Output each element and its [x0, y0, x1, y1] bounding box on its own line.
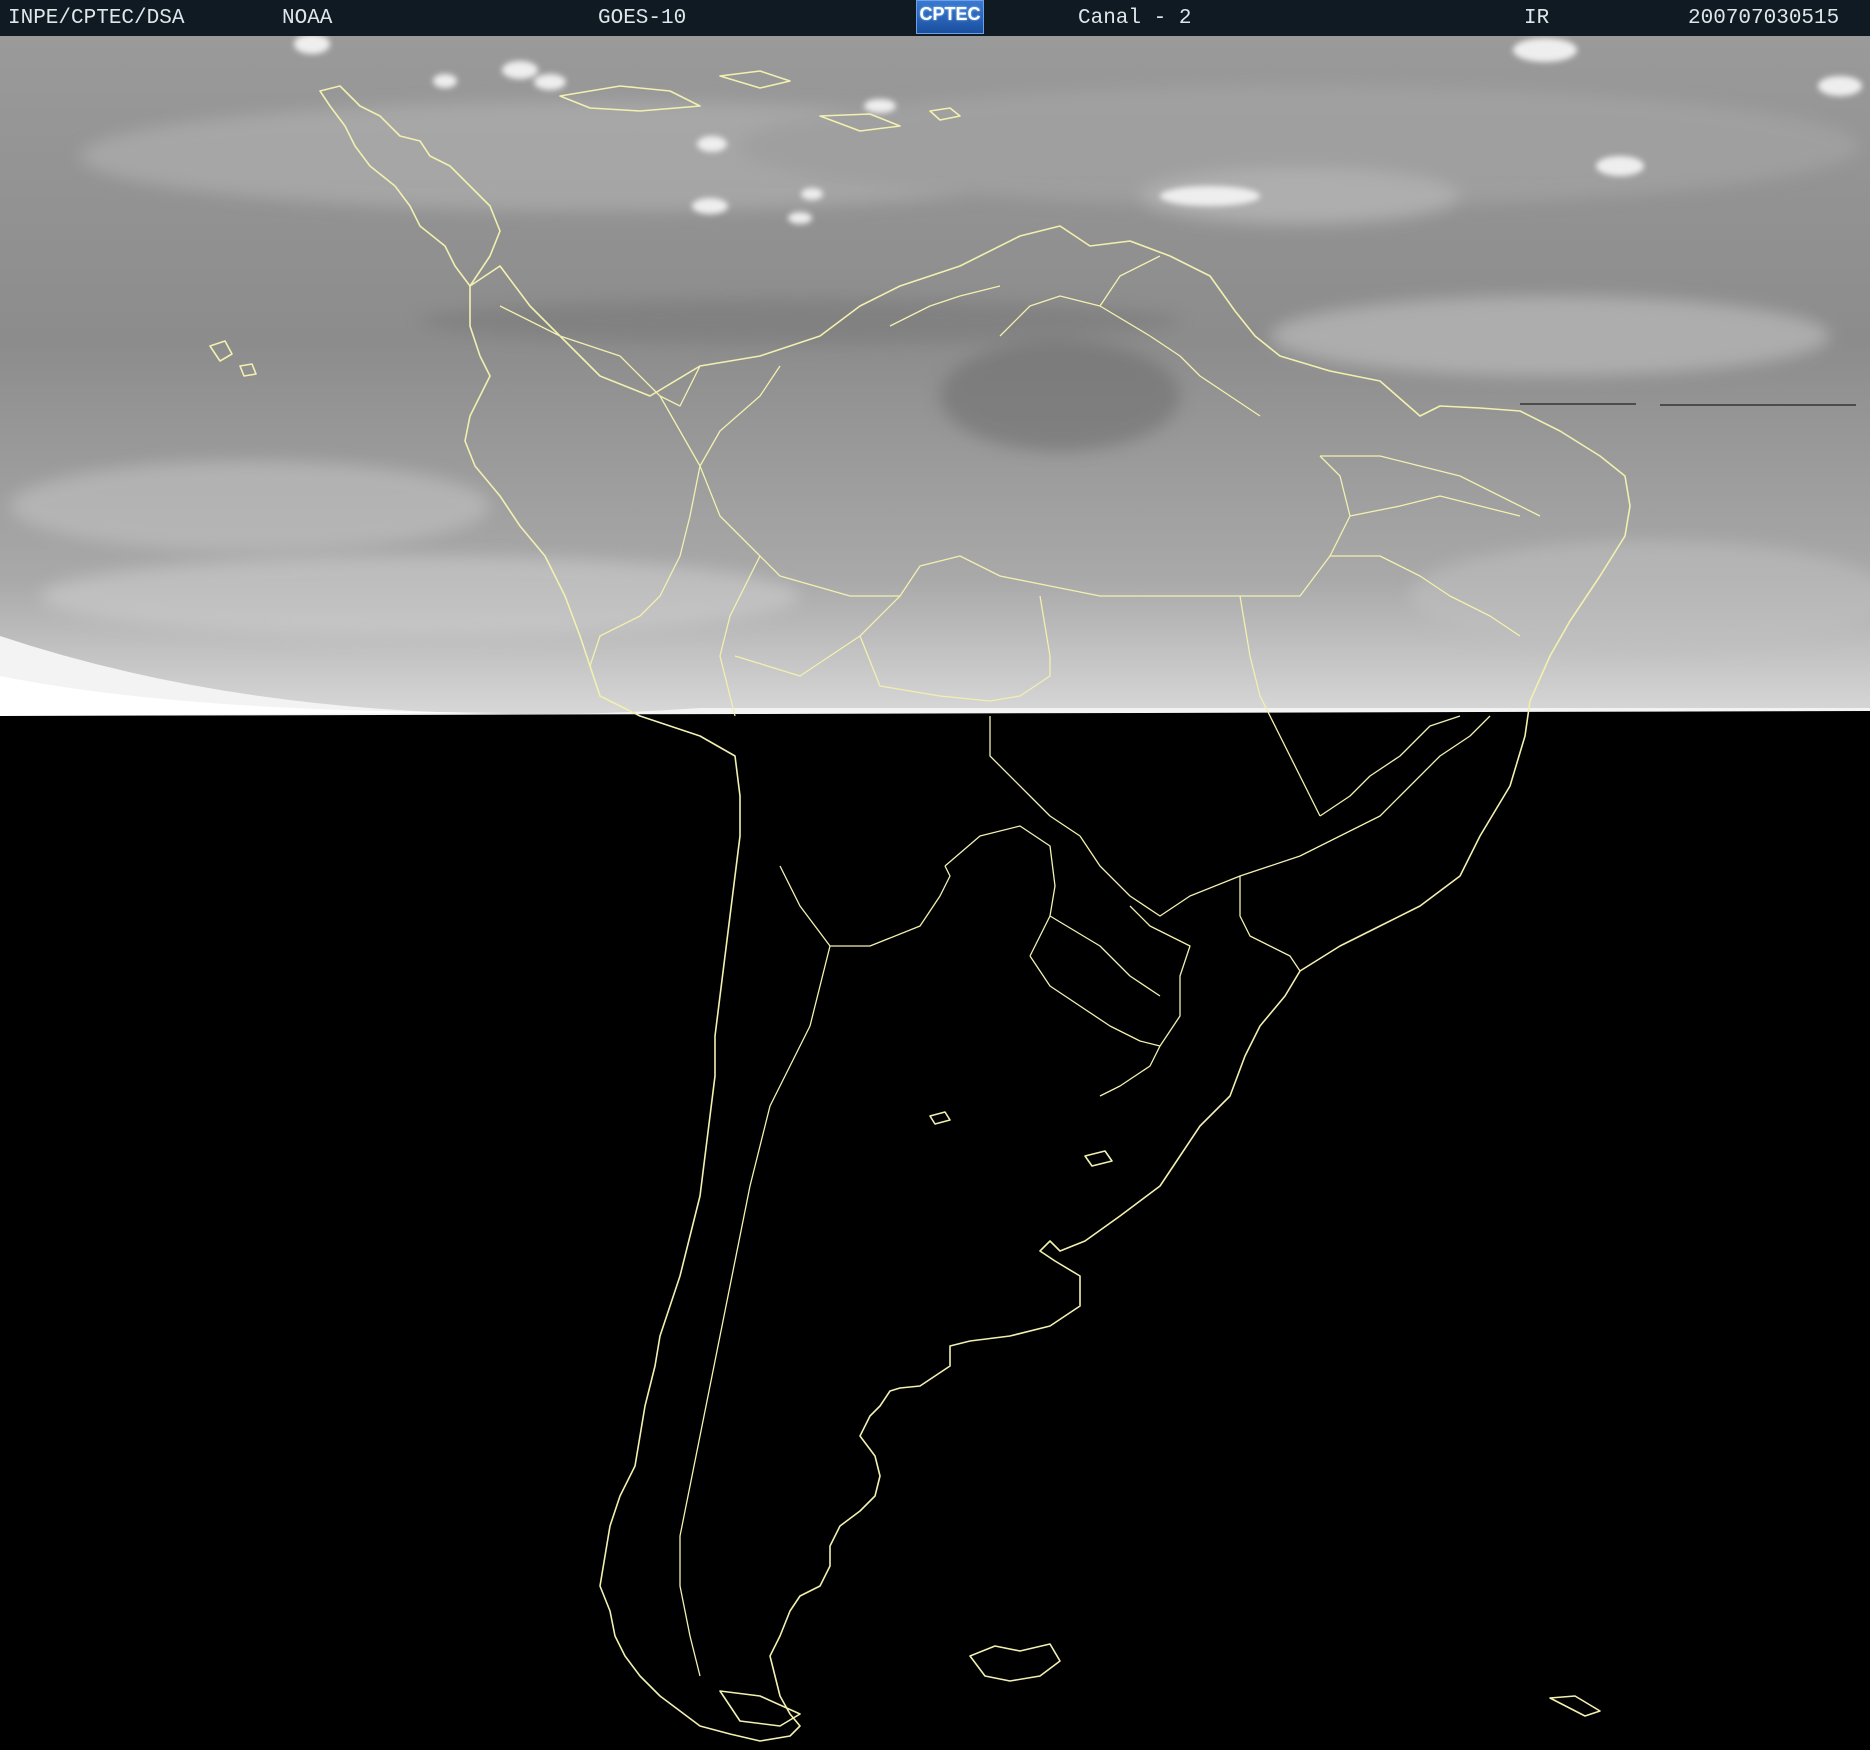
cptec-logo: CPTEC — [916, 0, 984, 34]
satellite-map — [0, 36, 1870, 1750]
image-header-bar: INPE/CPTEC/DSA NOAA GOES-10 CPTEC Canal … — [0, 0, 1870, 36]
satellite-label: GOES-10 — [598, 7, 687, 30]
agency-label: INPE/CPTEC/DSA — [8, 7, 185, 30]
cloud-imagery — [0, 36, 1870, 716]
night-side-region — [0, 711, 1870, 1750]
channel-label: Canal - 2 — [1078, 7, 1192, 30]
timestamp-label: 200707030515 — [1688, 7, 1840, 30]
logo-text: CPTEC — [919, 4, 981, 24]
band-label: IR — [1524, 7, 1550, 30]
operator-label: NOAA — [282, 7, 333, 30]
